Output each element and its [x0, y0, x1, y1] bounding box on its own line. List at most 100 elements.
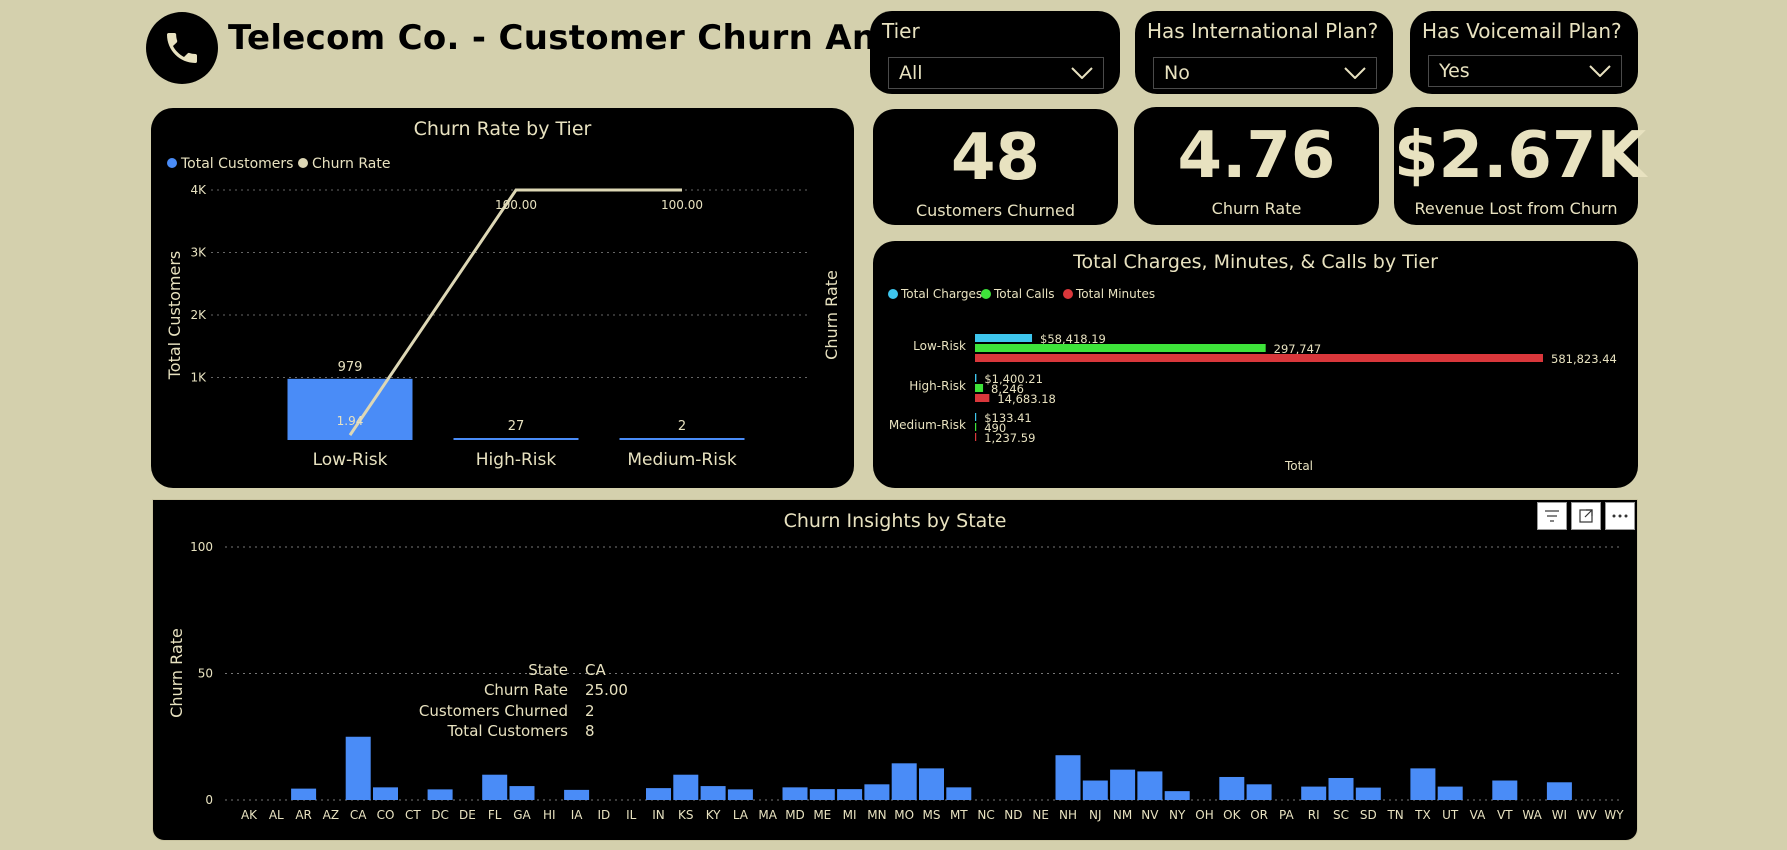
x-tick-label: SC: [1333, 808, 1349, 822]
bar-state: [1437, 786, 1463, 800]
legend-label: Total Customers: [180, 156, 293, 172]
bar-state: [345, 736, 371, 800]
slicer-label: Has International Plan?: [1147, 19, 1379, 43]
x-tick-label: NY: [1169, 808, 1186, 822]
kpi-customers-churned: 48 Customers Churned: [873, 109, 1118, 225]
bar-state: [509, 786, 535, 800]
y-tick-label: 1K: [190, 371, 207, 385]
x-tick-label: ID: [598, 808, 611, 822]
x-tick-label: CA: [350, 808, 367, 822]
totals-by-tier-panel[interactable]: Total Charges, Minutes, & Calls by Tier …: [873, 241, 1638, 488]
legend-label: Total Minutes: [1075, 287, 1155, 301]
bar-state: [946, 787, 972, 800]
bar-state: [673, 774, 699, 800]
legend-marker: [1063, 289, 1073, 299]
data-label: 2: [678, 419, 686, 434]
international-plan-slicer[interactable]: Has International Plan? No: [1135, 11, 1393, 94]
bar-total-minutes: [975, 354, 1543, 362]
kpi-churn-rate: 4.76 Churn Rate: [1134, 107, 1379, 225]
x-tick-label: KY: [706, 808, 721, 822]
chevron-down-icon: [1344, 67, 1366, 79]
bar-state: [427, 789, 453, 800]
data-label: 14,683.18: [997, 392, 1056, 406]
x-tick-label: NE: [1032, 808, 1049, 822]
y-tick-label: 50: [198, 667, 213, 681]
tier-slicer[interactable]: Tier All: [870, 11, 1120, 94]
tooltip-key: Customers Churned: [418, 702, 568, 720]
x-tick-label: UT: [1442, 808, 1459, 822]
voicemail-plan-slicer[interactable]: Has Voicemail Plan? Yes: [1410, 11, 1638, 94]
x-tick-label: KS: [678, 808, 694, 822]
kpi-label: Revenue Lost from Churn: [1414, 199, 1618, 218]
y-tick-label: High-Risk: [909, 379, 966, 393]
x-tick-label: CT: [405, 808, 421, 822]
y-tick-label: 2K: [190, 308, 207, 322]
churn-rate-by-tier-panel[interactable]: Churn Rate by Tier Total Customers Churn …: [151, 108, 854, 488]
bar-state: [864, 784, 890, 800]
x-tick-label: MS: [923, 808, 941, 822]
tooltip-key: Total Customers: [447, 722, 568, 740]
x-tick-label: MO: [894, 808, 914, 822]
bar-state: [1246, 784, 1272, 800]
tooltip-value: 25.00: [585, 681, 628, 699]
slicer-value: All: [899, 62, 923, 84]
data-label: 27: [508, 419, 525, 434]
tier-dropdown[interactable]: All: [888, 57, 1104, 89]
x-tick-label: LA: [733, 808, 749, 822]
x-tick-label: WY: [1604, 808, 1624, 822]
x-tick-label: AZ: [323, 808, 339, 822]
x-tick-label: SD: [1360, 808, 1377, 822]
x-tick-label: MI: [843, 808, 857, 822]
y-axis-label: Total Customers: [165, 251, 184, 381]
x-tick-label: VT: [1497, 808, 1513, 822]
bar-total-minutes: [975, 394, 990, 402]
legend-label: Total Calls: [993, 287, 1055, 301]
kpi-value: 4.76: [1177, 119, 1336, 193]
totals-by-tier-chart: Total Charges Total Calls Total Minutes Low…: [888, 287, 1617, 473]
x-tick-label: Medium-Risk: [627, 450, 737, 470]
tooltip-value: 2: [585, 702, 595, 720]
kpi-value: $2.67K: [1394, 119, 1647, 193]
y-axis-label: Churn Rate: [167, 628, 186, 718]
bar-state: [291, 788, 317, 800]
data-label: 1,237.59: [984, 431, 1035, 445]
legend-label: Churn Rate: [312, 156, 390, 172]
x-tick-label: TN: [1386, 808, 1403, 822]
bar-total-customers: [619, 438, 745, 440]
chevron-down-icon: [1071, 67, 1093, 79]
bar-state: [809, 789, 835, 800]
churn-by-state-panel[interactable]: Churn Insights by State 100 50 0 Churn Rate…: [152, 499, 1638, 841]
data-label: 581,823.44: [1551, 352, 1617, 366]
slicer-value: Yes: [1439, 60, 1470, 82]
x-tick-label: FL: [488, 808, 502, 822]
x-tick-label: MD: [785, 808, 805, 822]
legend-marker: [298, 158, 308, 168]
kpi-label: Customers Churned: [915, 201, 1076, 220]
bar-state: [1164, 791, 1190, 800]
tooltip-key: Churn Rate: [483, 681, 568, 699]
international-plan-dropdown[interactable]: No: [1153, 57, 1377, 89]
x-tick-label: MA: [758, 808, 777, 822]
data-label: 979: [338, 360, 363, 375]
x-tick-label: High-Risk: [476, 450, 557, 470]
bar-total-charges: [975, 374, 977, 382]
x-tick-label: NH: [1059, 808, 1077, 822]
bar-total-customers: [287, 378, 413, 440]
bar-state: [1082, 780, 1108, 800]
bar-state: [837, 789, 863, 800]
x-tick-label: WV: [1577, 808, 1598, 822]
bar-state: [482, 774, 508, 800]
line-data-label: 100.00: [495, 198, 537, 212]
x-tick-label: HI: [543, 808, 556, 822]
bar-state: [782, 787, 808, 800]
x-tick-label: NV: [1141, 808, 1159, 822]
x-tick-label: DC: [431, 808, 449, 822]
bar-state: [1219, 776, 1245, 800]
voicemail-plan-dropdown[interactable]: Yes: [1428, 55, 1622, 87]
x-tick-label: AL: [269, 808, 284, 822]
bar-state: [727, 789, 753, 800]
slicer-label: Has Voicemail Plan?: [1422, 19, 1622, 43]
bar-state: [1110, 769, 1136, 800]
x-tick-label: OH: [1195, 808, 1213, 822]
y-tick-label: Low-Risk: [913, 339, 966, 353]
